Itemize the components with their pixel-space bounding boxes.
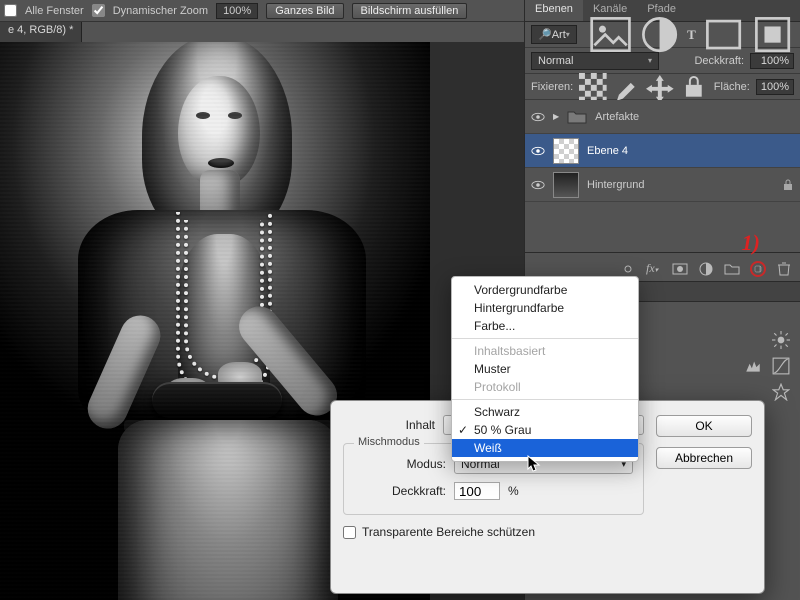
zoom-level-field[interactable]: 100% — [216, 3, 258, 19]
menu-protokoll: Protokoll — [452, 378, 638, 396]
link-layers-icon[interactable] — [620, 261, 636, 277]
alle-fenster-checkbox[interactable] — [4, 4, 17, 17]
dlg-deckkraft-field[interactable] — [454, 482, 500, 500]
layer-row-selected[interactable]: Ebene 4 — [525, 134, 800, 168]
brightness-icon[interactable] — [772, 331, 790, 349]
disclosure-icon[interactable]: ▶ — [553, 112, 559, 121]
blend-mode-label: Normal — [538, 55, 573, 67]
menu-50-grau[interactable]: ✓50 % Grau — [452, 421, 638, 439]
tab-ebenen[interactable]: Ebenen — [525, 0, 583, 21]
visibility-icon[interactable] — [531, 144, 545, 158]
lock-position-icon[interactable] — [646, 73, 674, 101]
filter-type-icon[interactable]: T — [687, 27, 696, 43]
layer-thumbnail[interactable] — [553, 172, 579, 198]
menu-50-grau-label: 50 % Grau — [474, 423, 531, 437]
transparente-bereiche-input[interactable] — [343, 526, 356, 539]
adjustment-layer-icon[interactable] — [698, 261, 714, 277]
delete-layer-icon[interactable] — [776, 261, 792, 277]
menu-vordergrundfarbe[interactable]: Vordergrundfarbe — [452, 281, 638, 299]
layer-row-bg[interactable]: Hintergrund — [525, 168, 800, 202]
abbrechen-button[interactable]: Abbrechen — [656, 447, 752, 469]
ganzes-bild-button[interactable]: Ganzes Bild — [266, 3, 343, 19]
ok-button[interactable]: OK — [656, 415, 752, 437]
filter-shape-icon[interactable] — [702, 13, 745, 56]
deckkraft-field[interactable]: 100% — [750, 53, 794, 69]
dynamischer-zoom-checkbox[interactable] — [92, 4, 105, 17]
lock-paint-icon[interactable] — [613, 73, 641, 101]
fixieren-label: Fixieren: — [531, 81, 573, 93]
layer-row-group[interactable]: ▶ Artefakte — [525, 100, 800, 134]
layer-mask-icon[interactable] — [672, 261, 688, 277]
layer-name[interactable]: Artefakte — [595, 111, 639, 123]
menu-weiss[interactable]: Weiß — [452, 439, 638, 457]
menu-schwarz[interactable]: Schwarz — [452, 403, 638, 421]
layer-style-icon[interactable]: fx▾ — [646, 261, 662, 277]
vibrance-icon[interactable] — [772, 383, 790, 401]
deckkraft-label: Deckkraft: — [694, 55, 744, 67]
new-layer-icon[interactable] — [750, 261, 766, 277]
transparente-bereiche-checkbox[interactable]: Transparente Bereiche schützen — [343, 525, 644, 539]
menu-muster[interactable]: Muster — [452, 360, 638, 378]
dynamischer-zoom-label: Dynamischer Zoom — [113, 5, 208, 17]
lock-icon — [782, 179, 794, 191]
visibility-icon[interactable] — [531, 178, 545, 192]
menu-inhaltsbasiert: Inhaltsbasiert — [452, 342, 638, 360]
document-tab-label: e 4, RGB/8) * — [8, 24, 73, 36]
folder-icon — [567, 109, 587, 125]
layer-thumbnail[interactable] — [553, 138, 579, 164]
menu-farbe[interactable]: Farbe... — [452, 317, 638, 335]
layer-filter-label: Art — [552, 29, 566, 41]
document-tab[interactable]: e 4, RGB/8) * — [0, 22, 82, 42]
filter-image-icon[interactable] — [589, 13, 632, 56]
levels-icon[interactable] — [744, 357, 762, 375]
annotation-1: 1) — [742, 230, 760, 256]
curves-icon[interactable] — [772, 357, 790, 375]
menu-hintergrundfarbe[interactable]: Hintergrundfarbe — [452, 299, 638, 317]
filter-adjust-icon[interactable] — [638, 13, 681, 56]
alle-fenster-label: Alle Fenster — [25, 5, 84, 17]
layer-name[interactable]: Ebene 4 — [587, 145, 628, 157]
flaeche-field[interactable]: 100% — [756, 79, 794, 95]
modus-label: Modus: — [354, 457, 446, 471]
dlg-deckkraft-label: Deckkraft: — [354, 484, 446, 498]
bildschirm-ausfuellen-button[interactable]: Bildschirm ausfüllen — [352, 3, 468, 19]
lock-transparency-icon[interactable] — [579, 73, 607, 101]
inhalt-popup-menu: Vordergrundfarbe Hintergrundfarbe Farbe.… — [451, 276, 639, 462]
mischmodus-label: Mischmodus — [354, 436, 424, 448]
lock-all-icon[interactable] — [680, 73, 708, 101]
inhalt-label: Inhalt — [343, 418, 435, 432]
blend-mode-dropdown[interactable]: Normal▾ — [531, 52, 659, 70]
layer-name[interactable]: Hintergrund — [587, 179, 644, 191]
visibility-icon[interactable] — [531, 110, 545, 124]
percent-label: % — [508, 484, 519, 498]
filter-smart-icon[interactable] — [751, 13, 794, 56]
transparente-bereiche-label: Transparente Bereiche schützen — [362, 525, 535, 539]
layer-filter-dropdown[interactable]: 🔎Art▾ — [531, 25, 577, 44]
new-group-icon[interactable] — [724, 261, 740, 277]
flaeche-label: Fläche: — [714, 81, 750, 93]
